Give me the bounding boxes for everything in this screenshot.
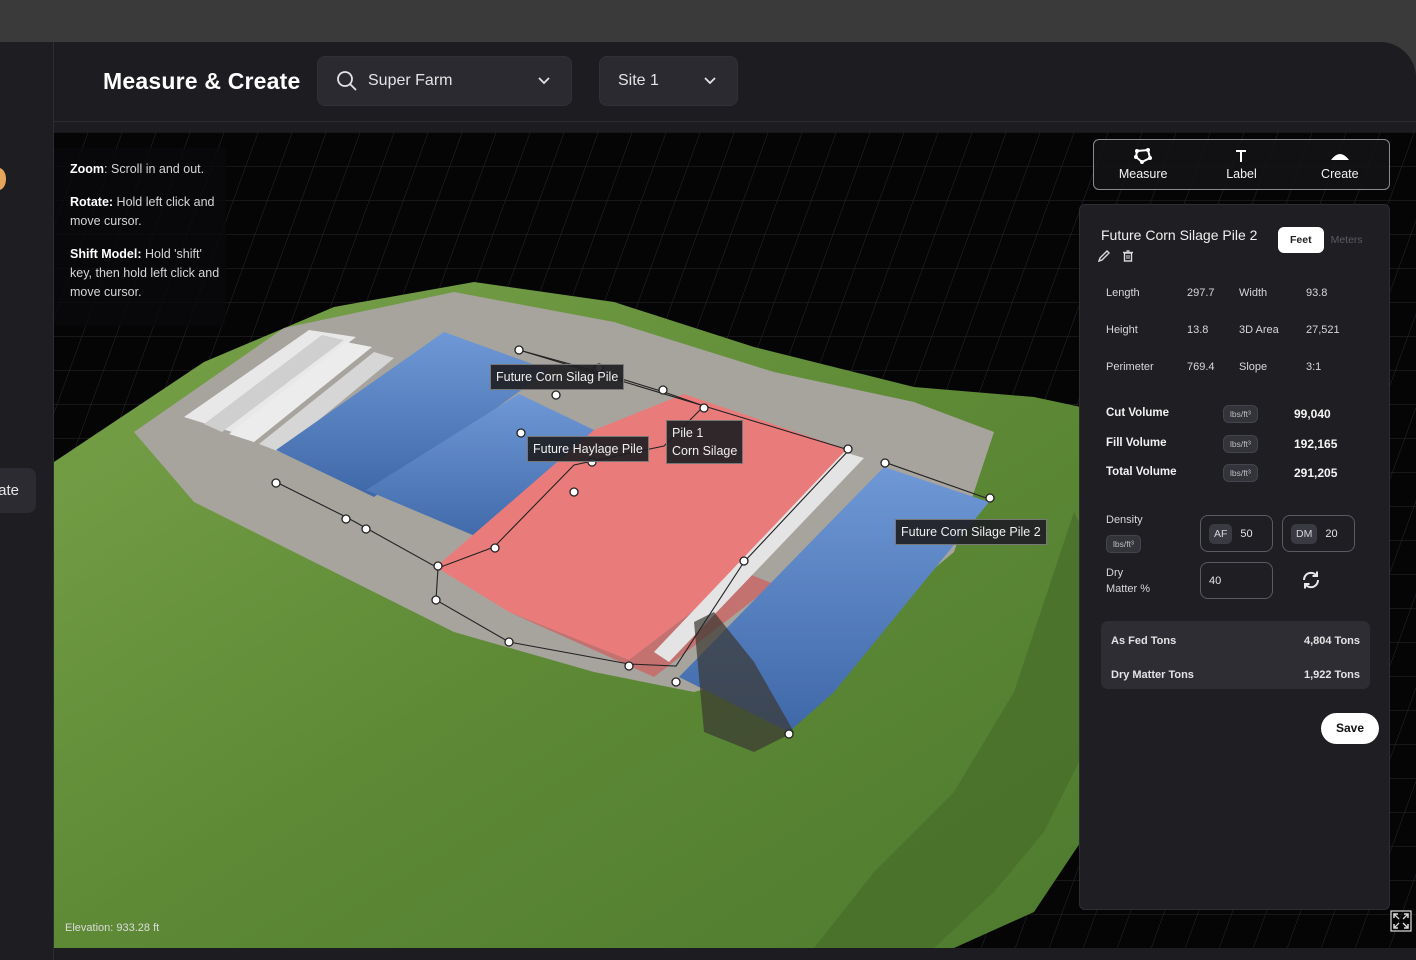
stat-label: Slope xyxy=(1239,361,1268,373)
sidebar-create-button[interactable]: Create xyxy=(0,468,36,513)
save-button[interactable]: Save xyxy=(1321,713,1379,744)
volume-label: Fill Volume xyxy=(1106,436,1167,449)
dry-matter-percent-input[interactable]: 40 xyxy=(1200,562,1273,599)
pile-label-corn-silage-1[interactable]: Future Corn Silag Pile xyxy=(490,364,625,390)
label-tool-label: Label xyxy=(1226,167,1257,181)
volume-unit-badge[interactable]: lbs/ft³ xyxy=(1223,434,1258,453)
create-tool-button[interactable]: Create xyxy=(1291,140,1389,189)
dm-value: 20 xyxy=(1325,527,1338,540)
pile-title: Future Corn Silage Pile 2 xyxy=(1101,227,1258,243)
stat-label: Length xyxy=(1106,287,1140,299)
left-sidebar: Create xyxy=(0,42,54,960)
volume-stats: Cut Volume lbs/ft³ 99,040 Fill Volume lb… xyxy=(1106,405,1376,494)
search-icon xyxy=(337,71,357,91)
chevron-down-icon xyxy=(538,77,550,85)
user-avatar[interactable] xyxy=(0,168,6,190)
stat-value: 769.4 xyxy=(1187,361,1215,373)
help-rotate-key: Rotate: xyxy=(70,195,114,209)
pile-details-panel: Future Corn Silage Pile 2 Feet Meters Le… xyxy=(1079,204,1390,910)
stat-row: Height 13.8 3D Area 27,521 xyxy=(1106,324,1376,361)
unit-meters-button[interactable]: Meters xyxy=(1324,234,1370,246)
measure-tool-button[interactable]: Measure xyxy=(1094,140,1192,189)
measure-icon xyxy=(1134,148,1153,164)
af-value: 50 xyxy=(1240,527,1253,540)
farm-select[interactable]: Super Farm xyxy=(317,56,572,106)
pile-label-corn-silage-2[interactable]: Future Corn Silage Pile 2 xyxy=(895,519,1047,545)
sidebar-create-label: Create xyxy=(0,482,20,499)
dry-matter-label-line2: Matter % xyxy=(1106,583,1151,595)
create-tool-label: Create xyxy=(1321,167,1359,181)
stat-row: Perimeter 769.4 Slope 3:1 xyxy=(1106,361,1376,398)
tool-selector: Measure Label Create xyxy=(1093,139,1390,190)
volume-value: 99,040 xyxy=(1294,407,1331,421)
volume-label: Cut Volume xyxy=(1106,407,1170,419)
help-zoom: Zoom: Scroll in and out. xyxy=(70,160,226,179)
dry-matter-density-field[interactable]: DM 20 xyxy=(1282,515,1355,552)
measure-tool-label: Measure xyxy=(1118,167,1168,181)
site-select[interactable]: Site 1 xyxy=(599,56,738,106)
farm-select-value: Super Farm xyxy=(368,72,453,89)
chevron-down-icon xyxy=(704,77,716,85)
site-select-value: Site 1 xyxy=(618,72,659,89)
density-unit-badge[interactable]: lbs/ft³ xyxy=(1106,535,1141,553)
unit-feet-button[interactable]: Feet xyxy=(1278,227,1324,253)
stat-value: 27,521 xyxy=(1306,324,1340,336)
volume-unit-badge[interactable]: lbs/ft³ xyxy=(1223,405,1258,423)
dry-matter-label: Dry Matter % xyxy=(1106,565,1150,597)
pile-icon xyxy=(1330,154,1349,160)
stat-label: Height xyxy=(1106,324,1138,336)
volume-row-cut: Cut Volume lbs/ft³ 99,040 xyxy=(1106,405,1376,435)
pile-label-haylage[interactable]: Future Haylage Pile xyxy=(527,436,649,462)
volume-value: 291,205 xyxy=(1294,466,1338,480)
volume-row-total: Total Volume lbs/ft³ 291,205 xyxy=(1106,464,1376,494)
dry-matter-tons-label: Dry Matter Tons xyxy=(1111,669,1194,681)
help-rotate: Rotate: Hold left click and move cursor. xyxy=(70,193,226,231)
dimension-stats: Length 297.7 Width 93.8 Height 13.8 3D A… xyxy=(1106,287,1376,398)
volume-unit-badge[interactable]: lbs/ft³ xyxy=(1223,464,1258,482)
navigation-help: Zoom: Scroll in and out. Rotate: Hold le… xyxy=(54,148,226,326)
dry-matter-value: 40 xyxy=(1209,574,1222,587)
dry-matter-tons-row: Dry Matter Tons 1,922 Tons xyxy=(1111,669,1360,681)
as-fed-tons-label: As Fed Tons xyxy=(1111,635,1177,647)
unit-toggle[interactable]: Feet Meters xyxy=(1278,227,1370,253)
trash-icon[interactable] xyxy=(1121,249,1135,263)
pile-1-name: Pile 1 xyxy=(672,426,704,440)
as-fed-density-field[interactable]: AF 50 xyxy=(1200,515,1273,552)
help-zoom-key: Zoom xyxy=(70,162,105,176)
help-shift-key: Shift Model: xyxy=(70,247,142,261)
fullscreen-icon[interactable] xyxy=(1390,910,1412,932)
help-shift: Shift Model: Hold 'shift' key, then hold… xyxy=(70,245,226,302)
edit-icon[interactable] xyxy=(1097,249,1111,263)
as-fed-tons-value: 4,804 Tons xyxy=(1303,635,1360,647)
dm-chip: DM xyxy=(1291,523,1318,544)
stat-row: Length 297.7 Width 93.8 xyxy=(1106,287,1376,324)
label-tool-button[interactable]: Label xyxy=(1192,140,1290,189)
stat-value: 3:1 xyxy=(1306,361,1322,373)
stat-label: 3D Area xyxy=(1239,324,1279,336)
as-fed-tons-row: As Fed Tons 4,804 Tons xyxy=(1111,635,1360,647)
top-bar: Measure & Create Super Farm Site 1 xyxy=(54,42,1416,122)
dry-matter-label-line1: Dry xyxy=(1106,567,1124,579)
pile-actions xyxy=(1097,249,1135,263)
text-icon xyxy=(1236,150,1247,162)
stat-value: 93.8 xyxy=(1306,287,1328,299)
stat-value: 13.8 xyxy=(1187,324,1209,336)
density-label: Density xyxy=(1106,514,1143,526)
dry-matter-tons-value: 1,922 Tons xyxy=(1303,669,1360,681)
stat-label: Width xyxy=(1239,287,1268,299)
volume-value: 192,165 xyxy=(1294,436,1338,451)
help-zoom-text: : Scroll in and out. xyxy=(104,162,205,176)
pile-label-pile-1[interactable]: Pile 1 Corn Silage xyxy=(666,420,744,464)
elevation-readout: Elevation: 933.28 ft xyxy=(65,922,160,934)
tonnage-summary: As Fed Tons 4,804 Tons Dry Matter Tons 1… xyxy=(1101,621,1370,689)
stat-label: Perimeter xyxy=(1106,361,1154,373)
af-chip: AF xyxy=(1209,523,1233,544)
pile-1-type: Corn Silage xyxy=(672,444,738,458)
page-title: Measure & Create xyxy=(103,68,301,94)
volume-row-fill: Fill Volume lbs/ft³ 192,165 xyxy=(1106,434,1376,465)
volume-label: Total Volume xyxy=(1106,466,1177,478)
refresh-icon[interactable] xyxy=(1300,569,1322,591)
stat-value: 297.7 xyxy=(1187,287,1215,299)
